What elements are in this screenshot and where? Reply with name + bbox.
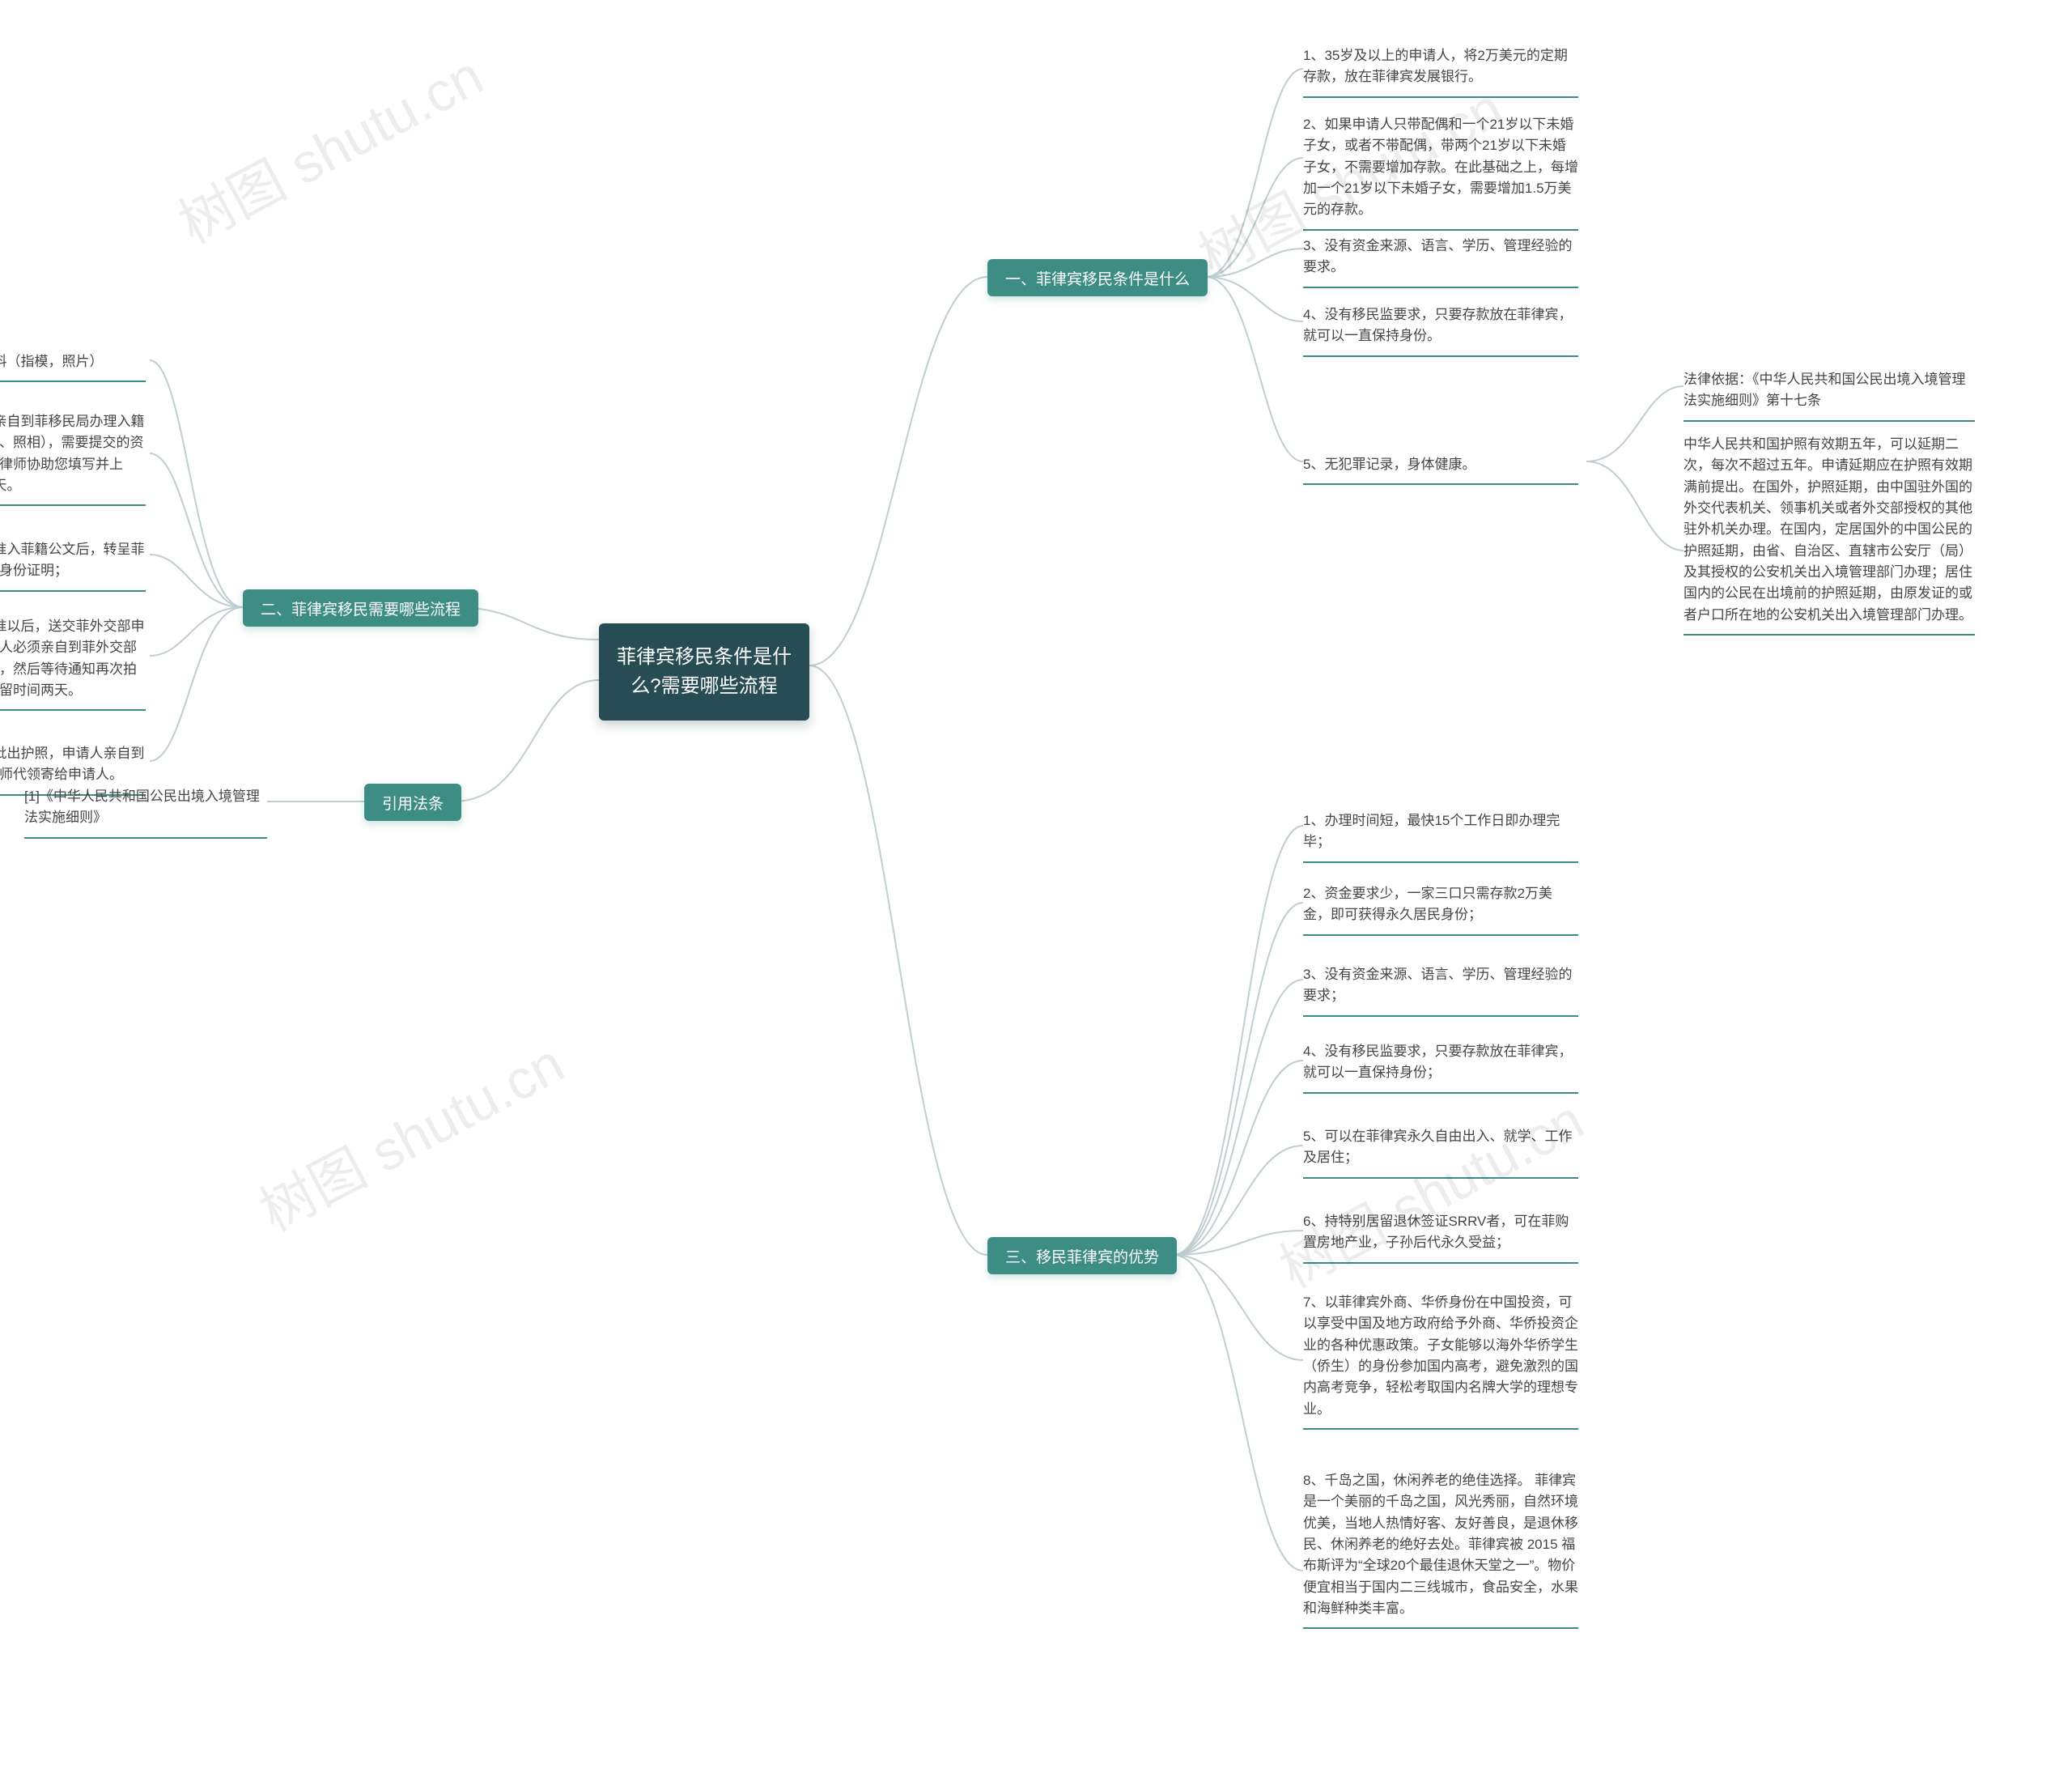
branch-4[interactable]: 引用法条 [364,784,461,821]
leaf-b1-5b: 中华人民共和国护照有效期五年，可以延期二次，每次不超过五年。申请延期应在护照有效… [1684,429,1975,636]
leaf-b2-3: 3、待司法部批准入菲籍公文后，转呈菲移民局申请菲籍身份证明； [0,534,146,592]
branch-1-label: 一、菲律宾移民条件是什么 [1005,267,1190,289]
branch-2[interactable]: 二、菲律宾移民需要哪些流程 [243,589,478,627]
branch-1[interactable]: 一、菲律宾移民条件是什么 [987,259,1208,296]
leaf-b2-1: 1、递交申请材料（指模，照片） [0,347,146,382]
branch-3-label: 三、移民菲律宾的优势 [1005,1245,1159,1267]
leaf-b3-2: 2、资金要求少，一家三口只需存款2万美金，即可获得永久居民身份； [1303,878,1578,936]
leaf-b1-5: 5、无犯罪记录，身体健康。 [1303,449,1578,485]
leaf-b3-6: 6、持特别居留退休签证SRRV者，可在菲购置房地产业，子孙后代永久受益； [1303,1206,1578,1264]
branch-4-label: 引用法条 [382,792,444,814]
branch-3[interactable]: 三、移民菲律宾的优势 [987,1237,1177,1274]
leaf-b1-4: 4、没有移民监要求，只要存款放在菲律宾，就可以一直保持身份。 [1303,300,1578,357]
leaf-b3-1: 1、办理时间短，最快15个工作日即办理完毕； [1303,806,1578,863]
leaf-b1-2: 2、如果申请人只带配偶和一个21岁以下未婚子女，或者不带配偶，带两个21岁以下未… [1303,109,1578,231]
leaf-b3-4: 4、没有移民监要求，只要存款放在菲律宾，就可以一直保持身份； [1303,1036,1578,1094]
leaf-b1-1: 1、35岁及以上的申请人，将2万美元的定期存款，放在菲律宾发展银行。 [1303,40,1578,98]
leaf-b3-5: 5、可以在菲律宾永久自由出入、就学、工作及居住； [1303,1121,1578,1179]
root-node[interactable]: 菲律宾移民条件是什么?需要哪些流程 [599,623,809,721]
leaf-b2-2: 2、申请人必须亲自到菲移民局办理入籍手续（采集指模、照相），需要提交的资料由我们… [0,406,146,506]
mindmap-canvas: 树图 shutu.cn 树图 shutu.cn 树图 shutu.cn 树图 s… [0,0,2072,1790]
branch-2-label: 二、菲律宾移民需要哪些流程 [261,597,461,619]
leaf-b3-7: 7、以菲律宾外商、华侨身份在中国投资，可以享受中国及地方政府给予外商、华侨投资企… [1303,1287,1578,1430]
leaf-b4-1: [1]《中华人民共和国公民出境入境管理法实施细则》 [24,781,267,839]
root-title: 菲律宾移民条件是什么?需要哪些流程 [617,646,792,697]
leaf-b1-3: 3、没有资金来源、语言、学历、管理经验的要求。 [1303,231,1578,288]
leaf-b1-5a: 法律依据：《中华人民共和国公民出境入境管理法实施细则》第十七条 [1684,364,1975,422]
leaf-b2-4: 4、入籍证明批准以后，送交菲外交部申请护照时，申请人必须亲自到菲外交部送件，确认… [0,611,146,711]
leaf-b3-3: 3、没有资金来源、语言、学历、管理经验的要求； [1303,959,1578,1017]
leaf-b3-8: 8、千岛之国，休闲养老的绝佳选择。 菲律宾是一个美丽的千岛之国，风光秀丽，自然环… [1303,1465,1578,1629]
